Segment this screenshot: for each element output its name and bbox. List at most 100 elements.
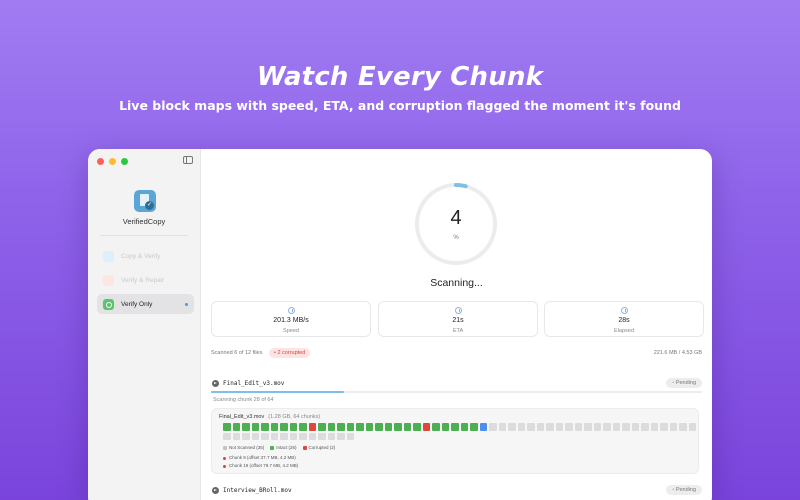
zoom-window-button[interactable]: [121, 158, 128, 165]
chunk-corrupted: [422, 423, 430, 431]
error-dot-icon: [223, 456, 226, 460]
scan-status: Scanning...: [430, 277, 483, 289]
hero-subtitle: Live block maps with speed, ETA, and cor…: [119, 98, 681, 113]
chunk-intact: [384, 423, 392, 431]
chunk-intact: [242, 423, 250, 431]
chunk-not-scanned: [270, 432, 278, 440]
app-name: VerifiedCopy: [122, 217, 166, 226]
corrupted-chunk-item: Chunk 19 (offset 79.7 MB, 4.2 MB): [223, 462, 298, 470]
status-badge: Pending: [666, 485, 702, 495]
chunk-status: Scanning chunk 28 of 64: [213, 397, 274, 403]
chunk-intact: [375, 423, 383, 431]
app-logo-icon: [134, 190, 156, 212]
verify-icon: [103, 298, 114, 310]
chunk-intact: [270, 423, 278, 431]
chunk-not-scanned: [346, 432, 354, 440]
chunk-not-scanned: [650, 423, 658, 431]
sidebar-item-label: Copy & Verify: [121, 252, 161, 260]
chunk-intact: [394, 423, 402, 431]
sidebar-item-label: Verify Only: [121, 300, 153, 308]
minimize-window-button[interactable]: [109, 158, 116, 165]
block-map-title: Final_Edit_v3.mov (1.28 GB, 64 chunks): [219, 414, 320, 420]
chunk-grid: [223, 423, 703, 440]
file-row-interview-broll[interactable]: Interview_BRoll.mov Pending: [211, 484, 702, 498]
legend-item-corrupted: Corrupted (2): [302, 445, 335, 450]
sidebar: VerifiedCopy Copy & Verify Verify & Repa…: [88, 149, 201, 500]
block-map-legend: Not Scanned (35) Intact (26) Corrupted (…: [223, 445, 335, 450]
block-map-meta: (1.28 GB, 64 chunks): [268, 414, 321, 420]
block-map-file-name: Final_Edit_v3.mov: [219, 414, 265, 420]
corrupted-chunk-item: Chunk 9 (offset 37.7 MB, 4.2 MB): [223, 454, 298, 462]
file-progress-bar: [211, 391, 702, 393]
clock-icon: [455, 307, 462, 314]
chunk-not-scanned: [280, 432, 288, 440]
file-row-final-edit[interactable]: Final_Edit_v3.mov Pending: [211, 377, 702, 391]
chunk-not-scanned: [517, 423, 525, 431]
close-window-button[interactable]: [97, 158, 104, 165]
sidebar-item-copy-verify[interactable]: Copy & Verify: [97, 246, 194, 266]
main-content: 4 % Scanning... 201.3 MB/s Speed 21s ETA…: [201, 149, 712, 500]
chunk-intact: [232, 423, 240, 431]
chunk-intact: [413, 423, 421, 431]
sidebar-item-verify-repair[interactable]: Verify & Repair: [97, 270, 194, 290]
legend-item-intact: Intact (26): [270, 445, 297, 450]
disclosure-icon[interactable]: [212, 487, 219, 494]
chunk-not-scanned: [574, 423, 582, 431]
repair-icon: [103, 274, 114, 286]
speed-icon: [288, 307, 295, 314]
chunk-intact: [289, 423, 297, 431]
window-controls: [97, 158, 128, 165]
chunk-not-scanned: [555, 423, 563, 431]
block-map-card: Final_Edit_v3.mov (1.28 GB, 64 chunks) No…: [211, 408, 699, 474]
chunk-intact: [403, 423, 411, 431]
disclosure-icon[interactable]: [212, 380, 219, 387]
corrupted-chunk-list: Chunk 9 (offset 37.7 MB, 4.2 MB) Chunk 1…: [223, 454, 298, 470]
chunk-not-scanned: [489, 423, 497, 431]
sidebar-item-verify-only[interactable]: Verify Only: [97, 294, 194, 314]
progress-unit: %: [453, 235, 459, 241]
legend-label: Intact (26): [276, 445, 297, 450]
chunk-intact: [299, 423, 307, 431]
chunk-not-scanned: [631, 423, 639, 431]
chunk-not-scanned: [584, 423, 592, 431]
chunk-intact: [365, 423, 373, 431]
copy-icon: [103, 250, 114, 262]
chunk-intact: [460, 423, 468, 431]
chunk-not-scanned: [660, 423, 668, 431]
chunk-not-scanned: [251, 432, 259, 440]
chunk-not-scanned: [527, 423, 535, 431]
chunk-not-scanned: [546, 423, 554, 431]
chunk-scanning: [479, 423, 487, 431]
chunk-not-scanned: [641, 423, 649, 431]
stat-card-elapsed: 28s Elapsed: [544, 301, 704, 337]
chunk-intact: [356, 423, 364, 431]
legend-label: Not Scanned (35): [229, 445, 265, 450]
legend-item-not-scanned: Not Scanned (35): [223, 445, 264, 450]
chunk-not-scanned: [299, 432, 307, 440]
chunk-not-scanned: [318, 432, 326, 440]
chunk-not-scanned: [622, 423, 630, 431]
progress-percent: 4: [450, 207, 462, 229]
chunk-not-scanned: [337, 432, 345, 440]
chunk-not-scanned: [223, 432, 231, 440]
chunk-not-scanned: [308, 432, 316, 440]
sidebar-divider: [100, 235, 188, 236]
chunk-corrupted: [308, 423, 316, 431]
chunk-intact: [280, 423, 288, 431]
chunk-not-scanned: [289, 432, 297, 440]
scanned-size: 221.6 MB / 4.53 GB: [653, 350, 702, 356]
scanned-count: Scanned 6 of 12 files: [211, 350, 263, 356]
sidebar-toggle-icon[interactable]: [183, 156, 193, 164]
stat-value: 201.3 MB/s: [273, 317, 309, 324]
corrupted-badge[interactable]: 2 corrupted: [269, 348, 311, 358]
stat-label: ETA: [452, 328, 464, 334]
progress-ring: 4 %: [413, 181, 499, 267]
stat-value: 21s: [452, 317, 464, 324]
corrupted-chunk-text: Chunk 19 (offset 79.7 MB, 4.2 MB): [229, 463, 299, 468]
chunk-intact: [432, 423, 440, 431]
sidebar-item-label: Verify & Repair: [121, 276, 165, 284]
legend-swatch: [223, 445, 227, 450]
chunk-intact: [441, 423, 449, 431]
chunk-not-scanned: [565, 423, 573, 431]
chunk-not-scanned: [242, 432, 250, 440]
